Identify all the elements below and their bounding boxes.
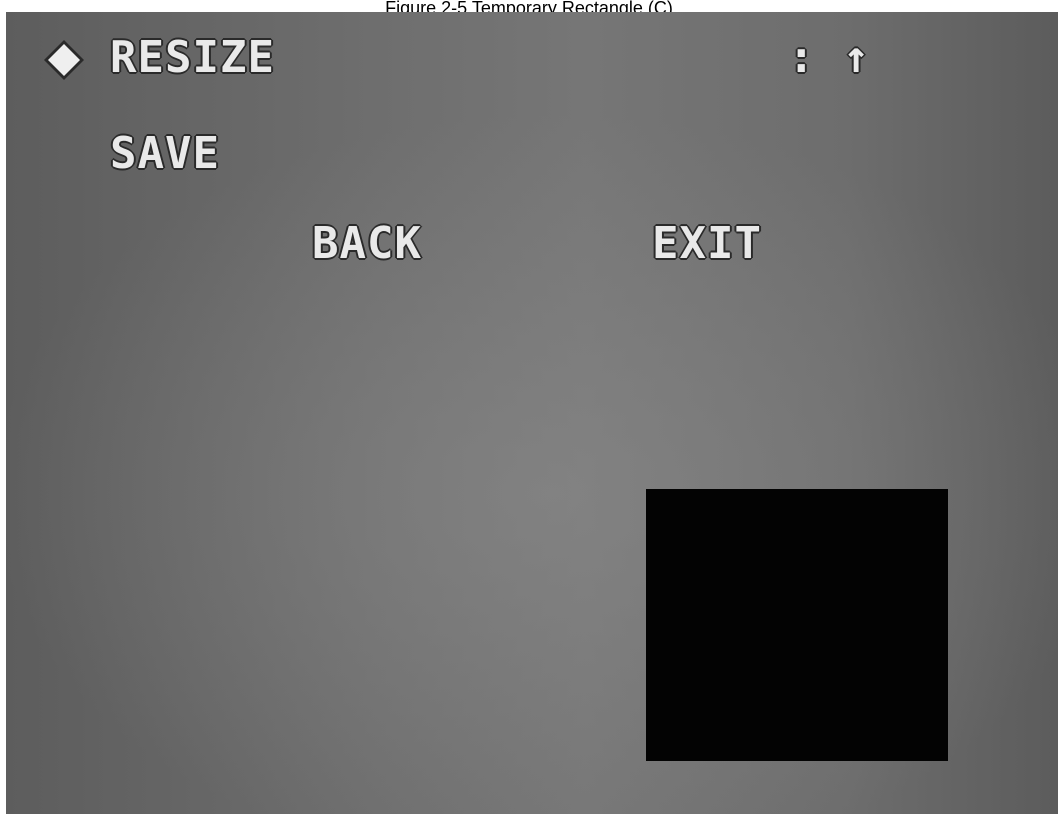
resize-value[interactable]: : ↑ [788,32,870,84]
menu-item-resize[interactable]: RESIZE [110,32,275,84]
back-button[interactable]: BACK [312,218,422,270]
camera-osd-screen: RESIZE : ↑ SAVE BACK EXIT [6,12,1058,814]
menu-item-save[interactable]: SAVE [110,128,220,180]
diamond-icon [44,40,84,80]
exit-button[interactable]: EXIT [652,218,762,270]
privacy-mask-rectangle [646,489,948,761]
